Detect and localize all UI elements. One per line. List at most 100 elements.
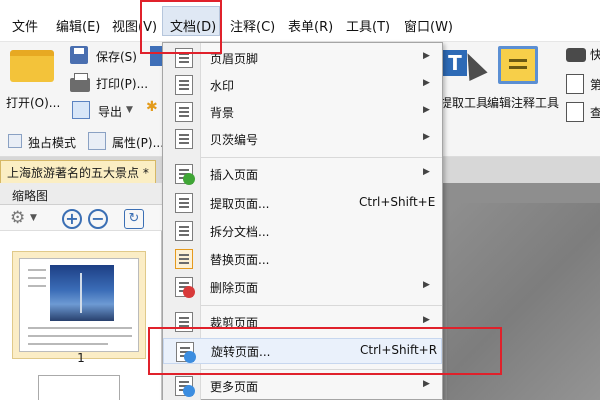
print-icon <box>70 73 90 92</box>
more-badge-icon <box>183 385 195 397</box>
menu-item-split-document[interactable]: 拆分文档... <box>163 218 442 244</box>
delete-badge-icon <box>183 286 195 298</box>
menu-item-label: 提取页面... <box>210 197 270 211</box>
submenu-arrow-icon: ▶ <box>423 167 430 177</box>
menu-item-replace-page[interactable]: 替换页面... <box>163 246 442 272</box>
menu-item-label: 更多页面 <box>210 380 259 394</box>
submenu-arrow-icon: ▶ <box>423 78 430 88</box>
menu-form[interactable]: 表单(R) <box>288 16 333 35</box>
menu-separator <box>201 305 442 306</box>
watermark-icon <box>175 75 193 95</box>
document-background <box>447 203 600 400</box>
crop-page-icon <box>175 312 193 332</box>
open-button[interactable]: 打开(O)... <box>6 94 60 111</box>
plus-badge-icon <box>183 173 195 185</box>
camera-icon <box>566 48 586 62</box>
extract-page-icon <box>175 193 193 213</box>
menu-bar: 文件 编辑(E) 视图(V) 文档(D) 注释(C) 表单(R) 工具(T) 窗… <box>0 0 600 42</box>
save-icon <box>70 46 88 64</box>
menu-comment[interactable]: 注释(C) <box>230 16 275 35</box>
menu-item-shortcut: Ctrl+Shift+R <box>360 343 438 357</box>
properties-button[interactable]: 属性(P)... <box>112 134 164 151</box>
submenu-arrow-icon: ▶ <box>423 280 430 290</box>
page-number-label: 1 <box>77 351 85 365</box>
menu-item-label: 背景 <box>210 106 235 120</box>
rotate-page-icon[interactable]: ↻ <box>124 209 144 229</box>
text-line <box>28 285 46 287</box>
menu-item-label: 插入页面 <box>210 168 259 182</box>
edit-comment-tool-button[interactable]: 编辑注释工具 <box>487 94 559 111</box>
sparkle-icon: ✱ <box>146 99 158 115</box>
menu-item-bates-numbering[interactable]: 贝茨编号 ▶ <box>163 126 442 152</box>
page-thumbnail <box>19 258 139 352</box>
zoom-out-icon[interactable]: − <box>88 209 108 229</box>
background-icon <box>175 102 193 122</box>
menu-item-label: 水印 <box>210 79 235 93</box>
menu-window[interactable]: 窗口(W) <box>404 16 453 35</box>
menu-item-more-pages[interactable]: 更多页面 ▶ <box>163 373 442 399</box>
exclusive-mode-icon <box>8 134 22 148</box>
ribbon-clipped-label-3[interactable]: 查 <box>590 104 600 121</box>
menu-separator <box>201 157 442 158</box>
ribbon-clipped-label-1[interactable]: 快 <box>590 46 600 63</box>
folder-open-icon[interactable] <box>10 50 54 82</box>
document-menu-dropdown: 页眉页脚 ▶ 水印 ▶ 背景 ▶ 贝茨编号 ▶ 插入页面 ▶ 提取页面... C… <box>162 42 443 400</box>
print-button[interactable]: 打印(P)... <box>96 75 148 92</box>
thumbnail-panel: 缩略图 ⚙ ▼ + − ↻ 1 <box>0 183 162 400</box>
ribbon-clipped-label-2[interactable]: 第 <box>590 76 600 93</box>
document-tab[interactable]: 上海旅游著名的五大景点 * <box>0 160 156 183</box>
menu-item-shortcut: Ctrl+Shift+E <box>359 195 436 209</box>
gear-icon[interactable]: ⚙ <box>10 209 30 229</box>
thumbnail-toolbar: ⚙ ▼ + − ↻ <box>0 205 162 231</box>
menu-item-rotate-page[interactable]: 旋转页面... Ctrl+Shift+R <box>163 338 442 364</box>
extract-tool-button[interactable]: 提取工具 <box>440 94 488 111</box>
page-thumbnail-next[interactable] <box>38 375 120 400</box>
menu-item-label: 拆分文档... <box>210 225 270 239</box>
menu-item-label: 旋转页面... <box>211 345 271 359</box>
submenu-arrow-icon: ▶ <box>423 315 430 325</box>
menu-item-label: 替换页面... <box>210 253 270 267</box>
menu-document[interactable]: 文档(D) <box>170 16 216 35</box>
menu-item-label: 删除页面 <box>210 281 259 295</box>
menu-item-background[interactable]: 背景 ▶ <box>163 99 442 125</box>
submenu-arrow-icon: ▶ <box>423 51 430 61</box>
text-line <box>28 327 132 329</box>
menu-view[interactable]: 视图(V) <box>112 16 157 35</box>
page-thumbnail-selected[interactable] <box>12 251 146 359</box>
thumbnail-panel-title: 缩略图 <box>0 183 162 205</box>
thumbnail-image <box>50 265 114 321</box>
menu-item-label: 裁剪页面 <box>210 316 259 330</box>
menu-item-header-footer[interactable]: 页眉页脚 ▶ <box>163 45 442 71</box>
text-line <box>28 343 108 345</box>
export-icon <box>72 101 90 119</box>
submenu-arrow-icon: ▶ <box>423 132 430 142</box>
menu-item-label: 贝茨编号 <box>210 133 259 147</box>
exclusive-mode-button[interactable]: 独占模式 <box>28 134 76 151</box>
text-line <box>28 277 46 279</box>
save-button[interactable]: 保存(S) <box>96 48 137 65</box>
zoom-in-icon[interactable]: + <box>62 209 82 229</box>
menu-item-crop-page[interactable]: 裁剪页面 ▶ <box>163 309 442 335</box>
rotate-badge-icon <box>184 351 196 363</box>
bates-numbering-icon <box>175 129 193 149</box>
menu-item-insert-page[interactable]: 插入页面 ▶ <box>163 161 442 187</box>
menu-tools[interactable]: 工具(T) <box>346 16 390 35</box>
menu-file[interactable]: 文件 <box>12 16 38 35</box>
search-doc-icon <box>566 102 584 122</box>
text-line <box>28 335 132 337</box>
menu-item-label: 页眉页脚 <box>210 52 259 66</box>
menu-item-extract-page[interactable]: 提取页面... Ctrl+Shift+E <box>163 190 442 216</box>
page-icon <box>566 74 584 94</box>
chevron-down-icon[interactable]: ▼ <box>30 209 40 229</box>
header-footer-icon <box>175 48 193 68</box>
submenu-arrow-icon: ▶ <box>423 105 430 115</box>
menu-item-delete-page[interactable]: 删除页面 ▶ <box>163 274 442 300</box>
menu-separator <box>201 369 442 370</box>
export-dropdown-icon[interactable]: ▼ <box>126 105 133 115</box>
text-line <box>28 269 46 271</box>
edit-note-icon <box>498 46 538 84</box>
menu-item-watermark[interactable]: 水印 ▶ <box>163 72 442 98</box>
export-button[interactable]: 导出 <box>98 103 122 120</box>
submenu-arrow-icon: ▶ <box>423 379 430 389</box>
menu-edit[interactable]: 编辑(E) <box>56 16 100 35</box>
